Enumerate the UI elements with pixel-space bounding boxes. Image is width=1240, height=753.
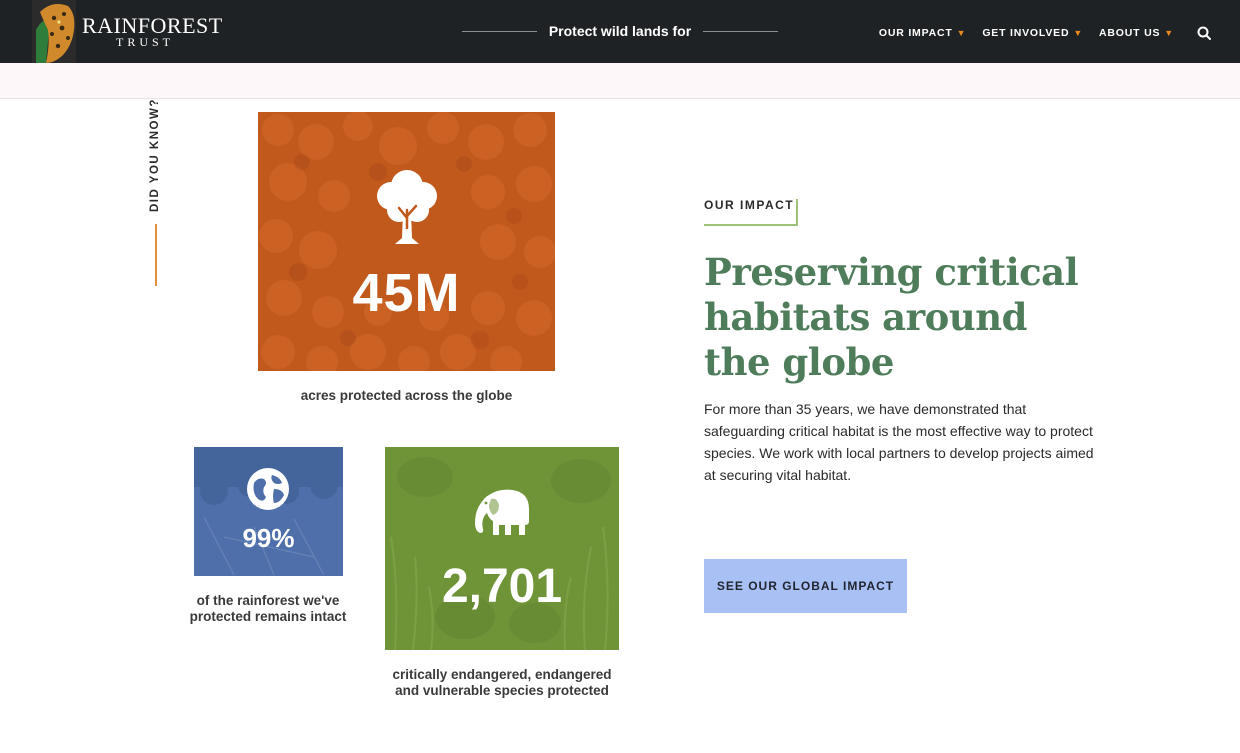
search-button[interactable] — [1196, 25, 1212, 41]
stat-tile-species: 2,701 — [385, 447, 619, 650]
stat-caption-acres: acres protected across the globe — [300, 388, 513, 403]
tree-icon — [377, 170, 437, 244]
header-banner-strip — [0, 63, 1240, 99]
nav-about-us[interactable]: ABOUT US ▼ — [1099, 27, 1174, 39]
tagline-rule-right — [703, 31, 778, 32]
did-you-know-label: DID YOU KNOW? — [149, 98, 161, 212]
nav-item-label: GET INVOLVED — [982, 27, 1070, 39]
nav-get-involved[interactable]: GET INVOLVED ▼ — [982, 27, 1083, 39]
search-icon — [1197, 26, 1211, 40]
stat-value-rainforest-intact: 99% — [242, 523, 295, 553]
section-heading: Preserving critical habitats around the … — [704, 250, 1079, 384]
nav-our-impact[interactable]: OUR IMPACT ▼ — [879, 27, 966, 39]
did-you-know-accent-bar — [155, 224, 157, 286]
see-global-impact-button[interactable]: SEE OUR GLOBAL IMPACT — [704, 559, 907, 613]
did-you-know-label-wrap: DID YOU KNOW? — [149, 98, 165, 212]
chevron-down-icon: ▼ — [1073, 28, 1084, 38]
stat-value-acres: 45M — [352, 263, 461, 323]
logo-subtitle: TRUST — [116, 35, 175, 49]
stat-value-species: 2,701 — [441, 560, 563, 613]
stat-caption-species: critically endangered, endangered and vu… — [392, 667, 612, 698]
main-nav: OUR IMPACT ▼ GET INVOLVED ▼ ABOUT US ▼ — [863, 25, 1212, 41]
header-tagline-block: Protect wild lands for — [462, 0, 778, 63]
stat-tile-rainforest-intact: 99% — [194, 447, 343, 576]
nav-item-label: OUR IMPACT — [878, 27, 953, 39]
grassland-texture — [390, 457, 611, 650]
site-header: RAINFOREST TRUST Protect wild lands for … — [0, 0, 1240, 63]
section-eyebrow: OUR IMPACT — [704, 198, 795, 212]
section-body: For more than 35 years, we have demonstr… — [704, 401, 1094, 483]
chevron-down-icon: ▼ — [1164, 28, 1174, 38]
nav-item-label: ABOUT US — [1099, 27, 1161, 39]
chevron-down-icon: ▼ — [956, 28, 967, 38]
stat-tile-acres: 45M — [258, 112, 555, 371]
globe-icon — [247, 468, 289, 510]
elephant-icon — [475, 489, 529, 535]
site-logo[interactable]: RAINFOREST TRUST — [30, 0, 230, 63]
jaguar-logo-icon — [32, 0, 76, 63]
stat-caption-rainforest-intact: of the rainforest we've protected remain… — [189, 593, 347, 624]
